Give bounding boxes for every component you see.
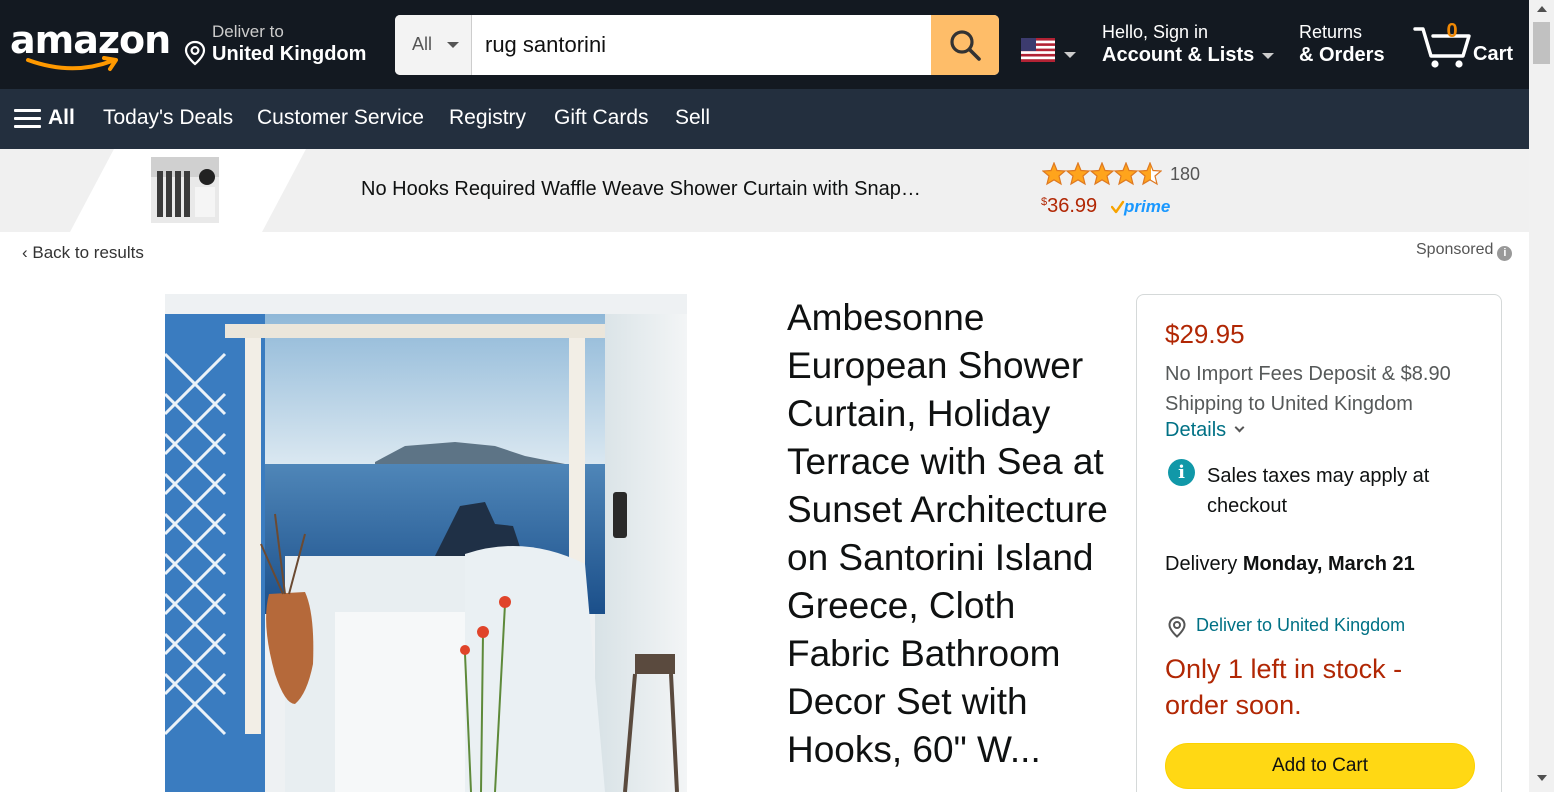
deliver-to-location: United Kingdom (212, 43, 367, 65)
account-menu[interactable]: Hello, Sign in Account & Lists (1102, 22, 1275, 67)
page: amazon Deliver to United Kingdom All rug… (0, 0, 1554, 792)
language-selector[interactable] (1021, 38, 1087, 68)
amazon-logo[interactable]: amazon (10, 18, 171, 74)
hamburger-icon (14, 109, 41, 129)
account-lists-label: Account & Lists (1102, 44, 1255, 66)
scroll-down-arrow-icon[interactable] (1537, 775, 1547, 781)
tax-note: Sales taxes may apply at checkout (1207, 465, 1430, 517)
sponsored-product-strip[interactable]: No Hooks Required Waffle Weave Shower Cu… (0, 149, 1529, 232)
nav-link-todays-deals[interactable]: Today's Deals (103, 106, 233, 130)
prime-badge-icon: prime (1111, 197, 1170, 216)
info-icon: i (1168, 459, 1195, 486)
sponsored-product-price: $36.99 (1041, 195, 1097, 218)
chevron-down-icon (1234, 422, 1245, 433)
nav-link-sell[interactable]: Sell (675, 106, 710, 130)
chevron-down-icon (1064, 52, 1076, 58)
delivery-prefix: Delivery (1165, 553, 1238, 575)
sponsored-product-title[interactable]: No Hooks Required Waffle Weave Shower Cu… (361, 178, 921, 201)
top-nav: amazon Deliver to United Kingdom All rug… (0, 0, 1529, 89)
orders-label: & Orders (1299, 44, 1385, 66)
deliver-to-label: Deliver to (212, 22, 284, 41)
prime-label: prime (1123, 197, 1170, 216)
info-icon: i (1497, 246, 1513, 261)
search-category-label: All (412, 34, 433, 54)
details-link[interactable]: Details (1165, 419, 1245, 442)
product-main-image[interactable] (165, 294, 687, 792)
chevron-down-icon (1262, 52, 1275, 59)
chevron-left-icon: ‹ (22, 243, 33, 262)
santorini-shower-curtain-image (165, 294, 687, 792)
cart-button[interactable]: 0 Cart (1413, 18, 1517, 72)
location-pin-icon (1168, 616, 1186, 638)
search-icon (950, 30, 981, 61)
search-button[interactable] (931, 15, 999, 75)
cart-label: Cart (1473, 43, 1514, 65)
add-to-cart-button[interactable]: Add to Cart (1165, 743, 1475, 789)
account-greeting: Hello, Sign in (1102, 22, 1209, 42)
buybox-price: $29.95 (1165, 319, 1245, 349)
returns-orders-link[interactable]: Returns & Orders (1299, 22, 1385, 67)
scroll-up-arrow-icon[interactable] (1537, 6, 1547, 12)
sponsored-text: Sponsored (1416, 241, 1494, 258)
delivery-date-value: Monday, March 21 (1242, 553, 1415, 575)
price-currency: $ (1041, 196, 1048, 208)
nav-link-customer-service[interactable]: Customer Service (257, 106, 424, 130)
scrollbar-thumb[interactable] (1533, 22, 1550, 64)
smile-arrow-icon (26, 56, 118, 71)
nav-link-registry[interactable]: Registry (449, 106, 526, 130)
us-flag-icon (1021, 38, 1055, 62)
star-rating-icon (1042, 162, 1162, 186)
secondary-nav: All Today's Deals Customer Service Regis… (0, 89, 1529, 149)
back-to-results-link[interactable]: ‹ Back to results (22, 243, 144, 263)
all-menu-label: All (48, 106, 75, 129)
search-bar: All (395, 15, 999, 75)
details-label: Details (1165, 419, 1227, 441)
search-category-dropdown[interactable]: All (395, 15, 472, 75)
delivery-date: Delivery Monday, March 21 (1165, 553, 1415, 576)
search-input[interactable] (472, 15, 931, 75)
price-value: 36.99 (1047, 195, 1098, 217)
chevron-down-icon (447, 42, 459, 48)
sponsored-product-thumbnail[interactable] (151, 157, 219, 223)
sponsored-label[interactable]: Sponsored i (1416, 241, 1513, 261)
shipping-info: No Import Fees Deposit & $8.90 Shipping … (1165, 363, 1451, 415)
nav-link-gift-cards[interactable]: Gift Cards (554, 106, 649, 130)
rating-count[interactable]: 180 (1170, 164, 1200, 185)
stock-status: Only 1 left in stock - order soon. (1165, 654, 1403, 720)
location-pin-icon (184, 40, 206, 66)
buy-box: $29.95 No Import Fees Deposit & $8.90 Sh… (1136, 294, 1502, 792)
shower-curtain-thumbnail-image (151, 157, 219, 223)
product-title: Ambesonne European Shower Curtain, Holid… (787, 297, 1108, 770)
page-scrollbar[interactable] (1529, 0, 1554, 792)
returns-label: Returns (1299, 22, 1363, 42)
deliver-to-text: Deliver to United Kingdom (1196, 615, 1406, 635)
back-to-results-label: Back to results (32, 243, 144, 262)
cart-count: 0 (1446, 20, 1458, 42)
